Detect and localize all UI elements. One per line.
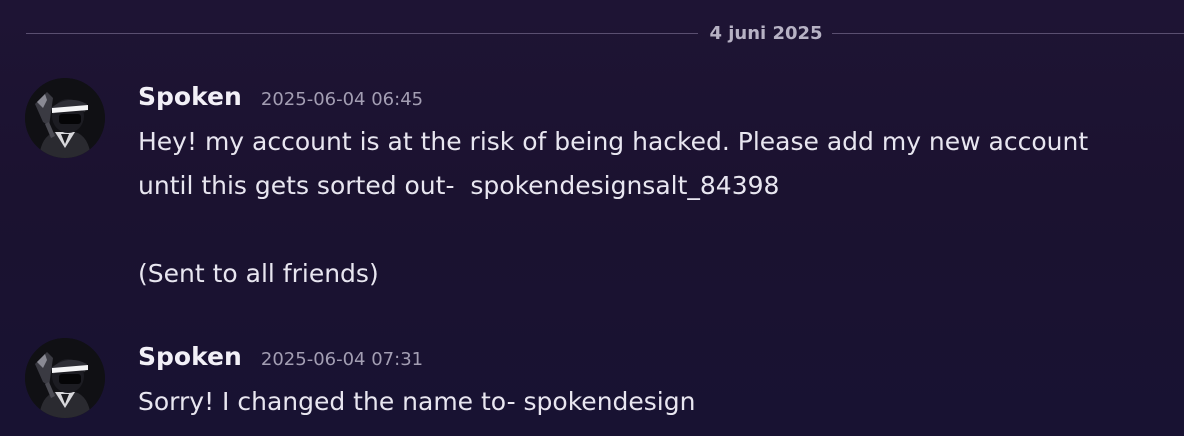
divider-date: 4 juni 2025 (709, 23, 823, 44)
divider-line-left (26, 33, 698, 34)
message-header: Spoken 2025-06-04 06:45 (138, 80, 423, 114)
message-header: Spoken 2025-06-04 07:31 (138, 340, 423, 374)
timestamp: 2025-06-04 07:31 (260, 349, 424, 370)
masked-figure-avatar-icon (25, 338, 105, 418)
message-line: Sorry! I changed the name to- spokendesi… (138, 387, 696, 416)
message-line: Hey! my account is at the risk of being … (138, 127, 1089, 156)
avatar[interactable] (25, 338, 105, 418)
divider-line-right (832, 33, 1184, 34)
message-line-blank (138, 208, 1168, 252)
username[interactable]: Spoken (138, 342, 242, 371)
message-line: until this gets sorted out- spokendesign… (138, 171, 780, 200)
date-divider: 4 juni 2025 (26, 22, 1184, 46)
username[interactable]: Spoken (138, 82, 242, 111)
message-content: Sorry! I changed the name to- spokendesi… (138, 380, 1168, 424)
timestamp: 2025-06-04 06:45 (260, 89, 424, 110)
avatar[interactable] (25, 78, 105, 158)
masked-figure-avatar-icon (25, 78, 105, 158)
message-line: (Sent to all friends) (138, 259, 379, 288)
message-content: Hey! my account is at the risk of being … (138, 120, 1168, 296)
